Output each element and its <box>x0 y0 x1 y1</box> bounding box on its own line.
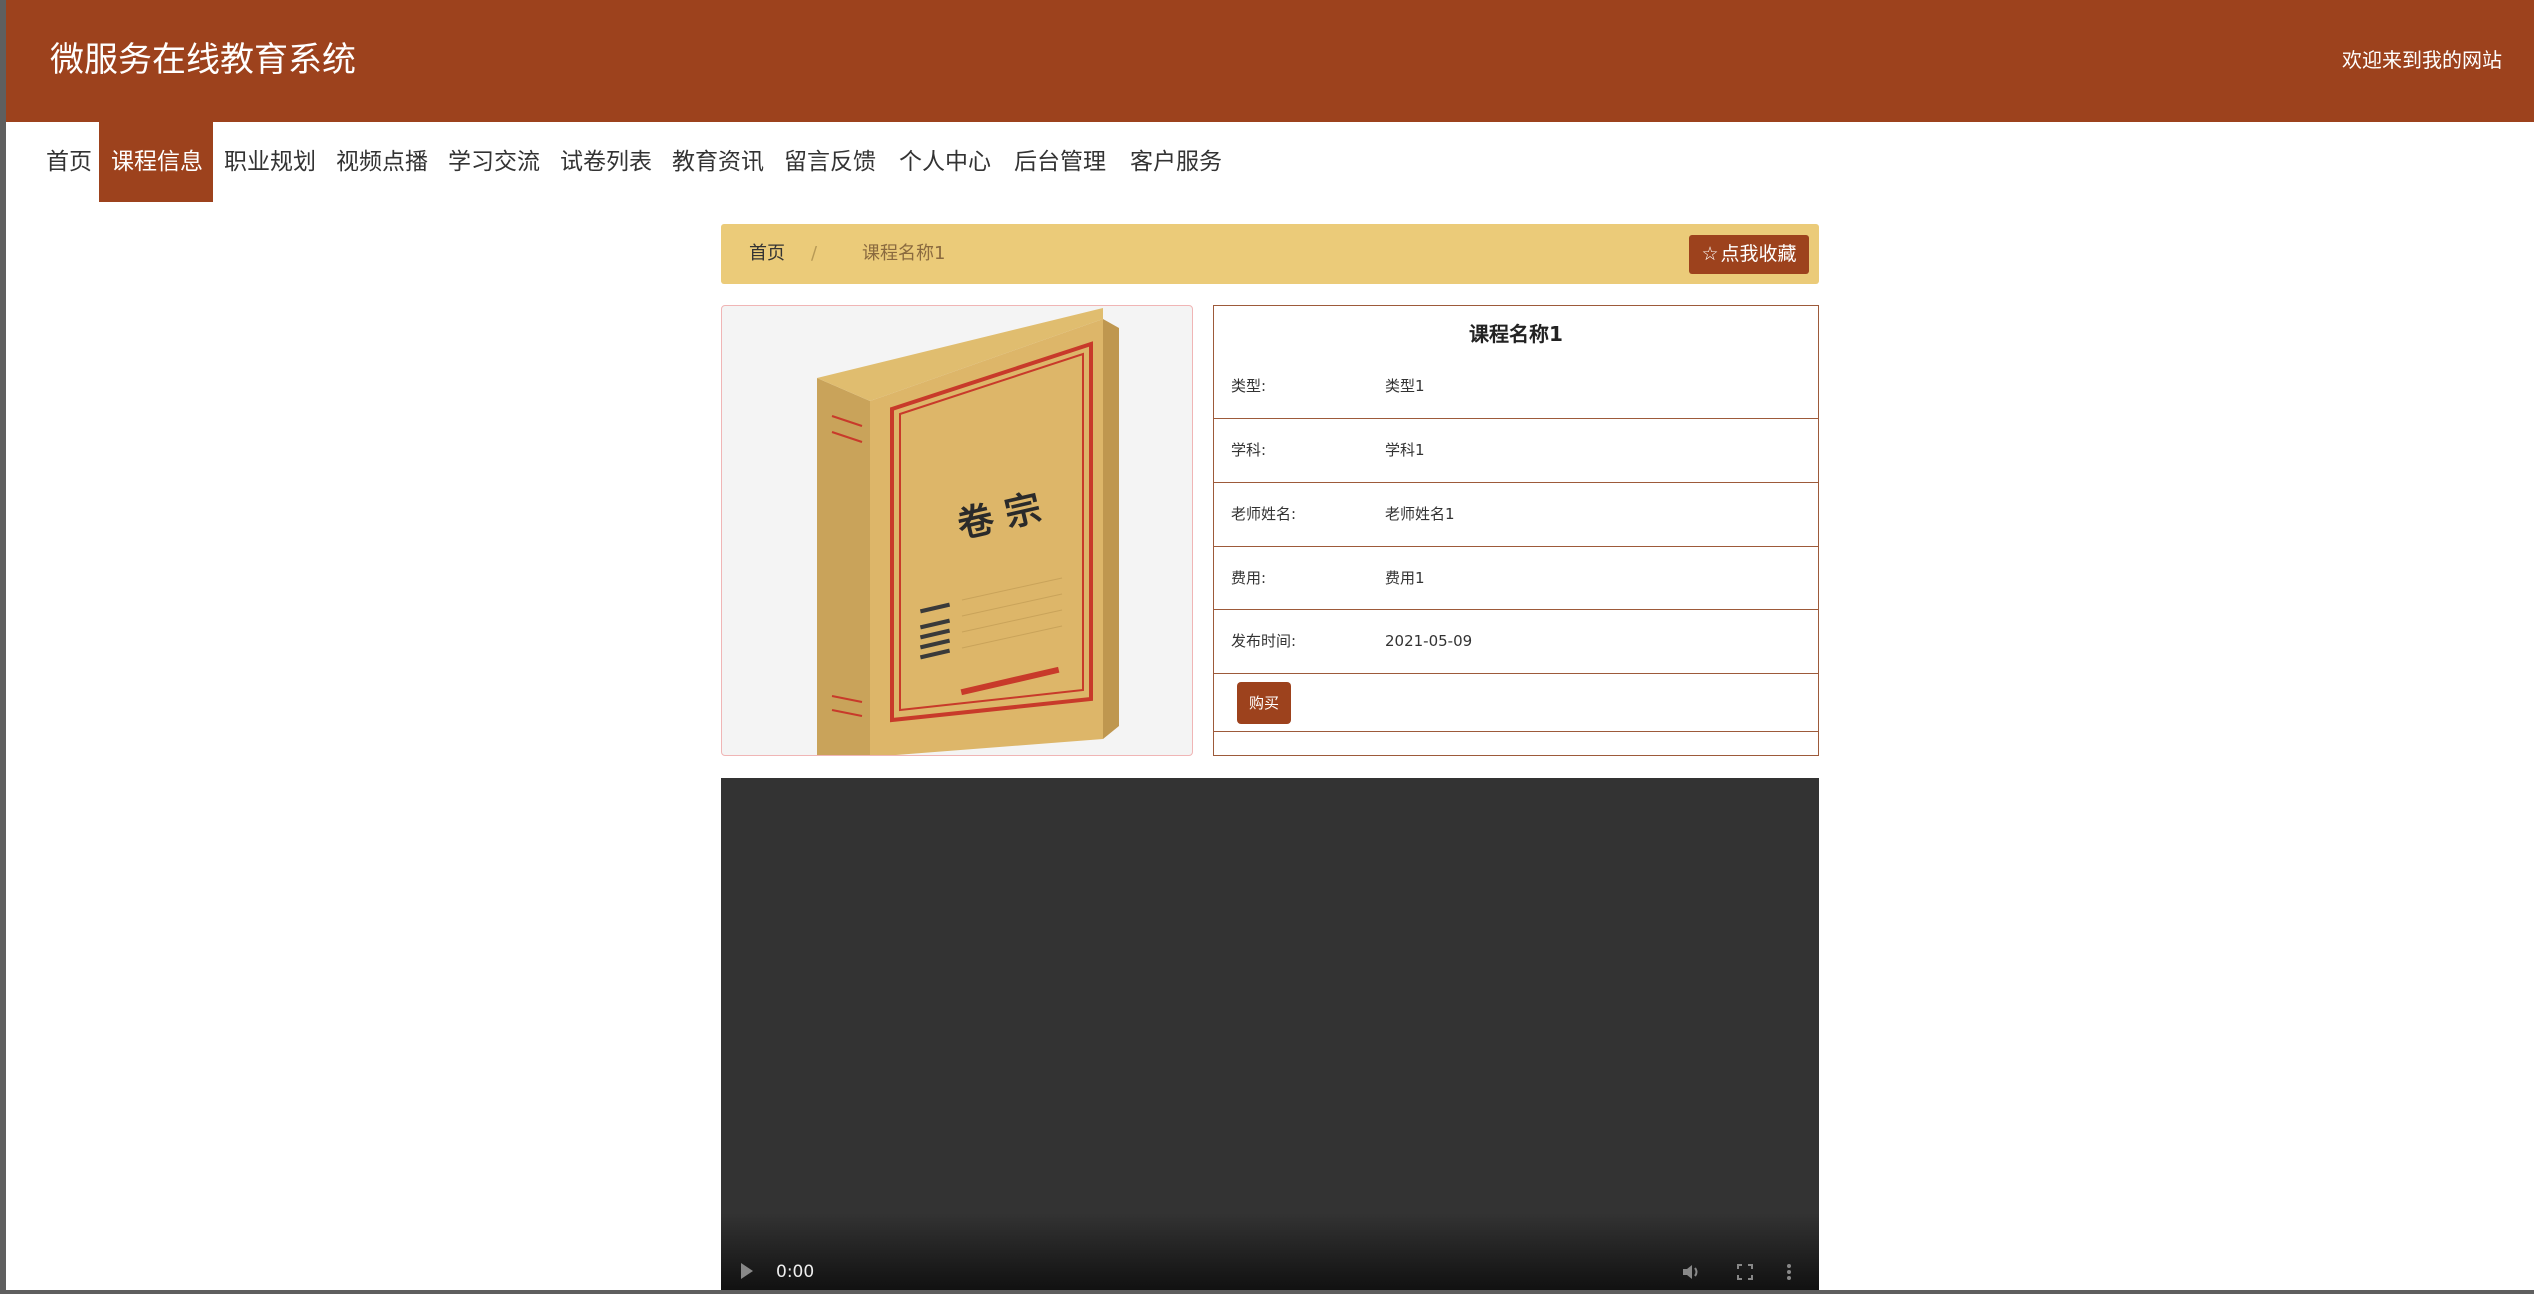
star-outline-icon: ☆ <box>1701 243 1719 265</box>
favorite-button[interactable]: ☆ 点我收藏 <box>1689 235 1809 274</box>
detail-row-type: 类型: 类型1 <box>1214 306 1818 419</box>
more-options-icon[interactable] <box>1777 1260 1801 1284</box>
nav-item-education-news[interactable]: 教育资讯 <box>660 122 776 202</box>
nav-item-home[interactable]: 首页 <box>34 122 104 202</box>
detail-row-teacher: 老师姓名: 老师姓名1 <box>1214 483 1818 547</box>
breadcrumb: 首页 / 课程名称1 ☆ 点我收藏 <box>721 224 1819 284</box>
detail-row-publish-date: 发布时间: 2021-05-09 <box>1214 610 1818 674</box>
nav-item-video-on-demand[interactable]: 视频点播 <box>324 122 440 202</box>
course-image: 卷 宗 <box>721 305 1193 756</box>
nav-item-exam-list[interactable]: 试卷列表 <box>548 122 664 202</box>
browser-page: 微服务在线教育系统 欢迎来到我的网站 首页 课程信息 职业规划 视频点播 学习交… <box>6 0 2534 1290</box>
breadcrumb-current: 课程名称1 <box>862 243 946 264</box>
fullscreen-icon[interactable] <box>1733 1260 1757 1284</box>
detail-value: 类型1 <box>1385 377 1425 395</box>
detail-label: 学科: <box>1231 441 1267 459</box>
play-icon[interactable] <box>741 1263 753 1279</box>
site-header: 微服务在线教育系统 欢迎来到我的网站 <box>6 0 2534 122</box>
buy-button[interactable]: 购买 <box>1237 682 1291 724</box>
detail-value: 老师姓名1 <box>1385 505 1455 523</box>
nav-item-course-info[interactable]: 课程信息 <box>99 122 213 202</box>
nav-item-admin[interactable]: 后台管理 <box>1002 122 1118 202</box>
site-title: 微服务在线教育系统 <box>50 40 356 80</box>
favorite-button-label: 点我收藏 <box>1720 243 1797 265</box>
detail-row-actions: 购买 <box>1214 674 1818 732</box>
main-nav: 首页 课程信息 职业规划 视频点播 学习交流 试卷列表 教育资讯 留言反馈 个人… <box>6 122 2534 202</box>
breadcrumb-separator: / <box>811 243 818 264</box>
nav-item-career-planning[interactable]: 职业规划 <box>212 122 328 202</box>
course-detail-panel: 课程名称1 类型: 类型1 学科: 学科1 老师姓名: 老师姓名1 费用: 费用… <box>1213 305 1819 756</box>
nav-item-customer-service[interactable]: 客户服务 <box>1118 122 1234 202</box>
video-time: 0:00 <box>776 1262 815 1282</box>
nav-item-feedback[interactable]: 留言反馈 <box>772 122 888 202</box>
nav-item-personal-center[interactable]: 个人中心 <box>887 122 1003 202</box>
detail-label: 发布时间: <box>1231 632 1297 650</box>
detail-label: 老师姓名: <box>1231 505 1297 523</box>
welcome-text: 欢迎来到我的网站 <box>2342 48 2502 72</box>
detail-row-subject: 学科: 学科1 <box>1214 419 1818 483</box>
archive-box-image: 卷 宗 <box>817 308 1119 755</box>
detail-label: 费用: <box>1231 569 1267 587</box>
detail-row-fee: 费用: 费用1 <box>1214 547 1818 610</box>
breadcrumb-home-link[interactable]: 首页 <box>749 242 785 266</box>
nav-item-study-exchange[interactable]: 学习交流 <box>436 122 552 202</box>
video-controls: 0:00 <box>721 1254 1819 1290</box>
detail-value: 学科1 <box>1385 441 1425 459</box>
detail-value: 2021-05-09 <box>1385 632 1473 650</box>
video-player[interactable]: 0:00 <box>721 778 1819 1290</box>
volume-icon[interactable] <box>1679 1260 1703 1284</box>
detail-label: 类型: <box>1231 377 1267 395</box>
detail-value: 费用1 <box>1385 569 1425 587</box>
